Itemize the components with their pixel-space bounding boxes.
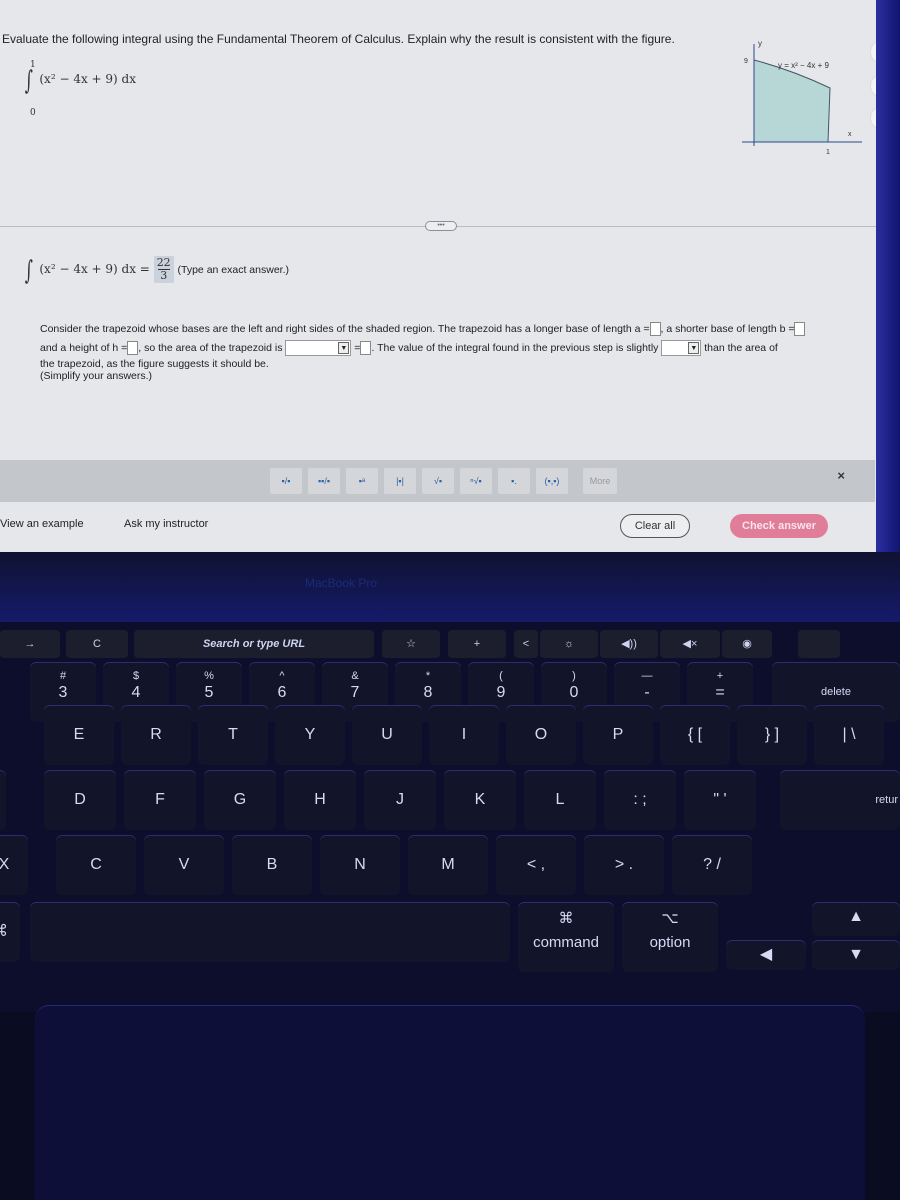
trapezoid-question: Consider the trapezoid whose bases are t… (40, 320, 880, 382)
check-answer-button[interactable]: Check answer (730, 514, 828, 538)
key-M[interactable]: M (408, 835, 488, 895)
curve-label: y = x² − 4x + 9 (778, 61, 829, 70)
volume-icon[interactable]: ◀)) (600, 630, 658, 658)
toolbar-ordered-pair-button[interactable]: (▪,▪) (536, 468, 568, 494)
integral-expression: 1 ∫ (x² − 4x + 9) dx 0 (24, 60, 136, 118)
siri-icon[interactable]: ◉ (722, 630, 772, 658)
key-V[interactable]: V (144, 835, 224, 895)
math-toolbar: More × ▪/▪ ▪▪/▪ ▪ᵃ |▪| √▪ ⁿ√▪ ▪. (▪,▪) (0, 460, 875, 502)
trackpad[interactable] (35, 1005, 865, 1200)
touch-bar: → C Search or type URL ☆ + < ☼ ◀)) ◀× ◉ (0, 630, 900, 660)
bookmark-icon[interactable]: ☆ (382, 630, 440, 658)
shaded-region (753, 59, 831, 143)
clear-all-button[interactable]: Clear all (620, 514, 690, 538)
key-B[interactable]: B (232, 835, 312, 895)
view-example-link[interactable]: View an example (0, 518, 84, 530)
reload-icon[interactable]: C (66, 630, 128, 658)
key-R[interactable]: R (121, 705, 191, 765)
toolbar-absolute-value-button[interactable]: |▪| (384, 468, 416, 494)
forward-icon[interactable]: → (0, 630, 60, 658)
key-E[interactable]: E (44, 705, 114, 765)
x-tick-label: 1 (826, 149, 830, 156)
expand-dots-button[interactable]: ••• (425, 221, 457, 231)
key-F[interactable]: F (124, 770, 196, 830)
key-C[interactable]: C (56, 835, 136, 895)
key-punct[interactable]: > . (584, 835, 664, 895)
key-U[interactable]: U (352, 705, 422, 765)
y-tick-label: 9 (744, 58, 748, 65)
screen: Evaluate the following integral using th… (0, 0, 900, 552)
dropdown-arrow-icon: ▼ (338, 342, 350, 355)
space-bar[interactable] (30, 902, 510, 962)
collapse-icon[interactable]: < (514, 630, 538, 658)
laptop-brand: MacBook Pro (305, 576, 378, 590)
bezel (0, 552, 900, 622)
key-H[interactable]: H (284, 770, 356, 830)
mute-icon[interactable]: ◀× (660, 630, 720, 658)
key-command-left[interactable]: ⌘ (0, 902, 20, 962)
answer-integral: ∫ (x² − 4x + 9) dx = 22 3 (Type an exact … (24, 256, 289, 286)
key-Y[interactable]: Y (275, 705, 345, 765)
key-punct[interactable]: " ' (684, 770, 756, 830)
dropdown-arrow-icon: ▼ (688, 342, 700, 355)
input-a[interactable] (649, 322, 661, 337)
y-axis-label: y (758, 39, 762, 48)
touch-id-key[interactable] (798, 630, 840, 658)
search-url-field[interactable]: Search or type URL (134, 630, 374, 658)
key-K[interactable]: K (444, 770, 516, 830)
area-formula-dropdown[interactable]: ▼ (285, 340, 352, 357)
screen-edge (876, 0, 900, 552)
toolbar-nth-root-button[interactable]: ⁿ√▪ (460, 468, 492, 494)
key-D[interactable]: D (44, 770, 116, 830)
new-tab-icon[interactable]: + (448, 630, 506, 658)
key-punct[interactable]: ? / (672, 835, 752, 895)
more-button[interactable]: More (583, 468, 617, 494)
brightness-icon[interactable]: ☼ (540, 630, 598, 658)
close-toolbar-icon[interactable]: × (837, 468, 845, 483)
toolbar-fraction-button[interactable]: ▪/▪ (270, 468, 302, 494)
input-area[interactable] (360, 341, 372, 356)
key-O[interactable]: O (506, 705, 576, 765)
key-J[interactable]: J (364, 770, 436, 830)
key-[interactable]: } ] (737, 705, 807, 765)
key-[interactable]: | \ (814, 705, 884, 765)
command-key[interactable]: ⌘ command (518, 902, 614, 972)
input-h[interactable] (127, 341, 139, 356)
answer-fraction[interactable]: 22 3 (153, 256, 174, 283)
key-G[interactable]: G (204, 770, 276, 830)
hint: (Type an exact answer.) (177, 264, 289, 276)
key-N[interactable]: N (320, 835, 400, 895)
key-L[interactable]: L (524, 770, 596, 830)
arrow-down-key[interactable]: ▼ (812, 940, 900, 970)
option-key[interactable]: ⌥ option (622, 902, 718, 972)
toolbar-subscript-button[interactable]: ▪. (498, 468, 530, 494)
toolbar-square-root-button[interactable]: √▪ (422, 468, 454, 494)
key-punct[interactable]: : ; (604, 770, 676, 830)
key-X[interactable]: X (0, 835, 28, 895)
key-T[interactable]: T (198, 705, 268, 765)
key-punct[interactable]: < , (496, 835, 576, 895)
comparison-dropdown[interactable]: ▼ (661, 340, 702, 357)
ask-instructor-link[interactable]: Ask my instructor (124, 518, 208, 530)
key-P[interactable]: P (583, 705, 653, 765)
arrow-up-key[interactable]: ▲ (812, 902, 900, 936)
return-key[interactable]: retur (780, 770, 900, 830)
arrow-left-key[interactable]: ◀ (726, 940, 806, 970)
graph: y 9 x 1 y = x² − 4x + 9 (742, 36, 862, 156)
x-axis-label: x (848, 131, 852, 138)
input-b[interactable] (794, 322, 806, 337)
toolbar-exponent-button[interactable]: ▪ᵃ (346, 468, 378, 494)
graph-svg: y 9 x 1 y = x² − 4x + 9 (742, 39, 862, 156)
key-[interactable]: { [ (660, 705, 730, 765)
key-I[interactable]: I (429, 705, 499, 765)
toolbar-mixed-number-button[interactable]: ▪▪/▪ (308, 468, 340, 494)
question-text: Evaluate the following integral using th… (2, 32, 675, 46)
key-S[interactable]: S (0, 770, 6, 830)
